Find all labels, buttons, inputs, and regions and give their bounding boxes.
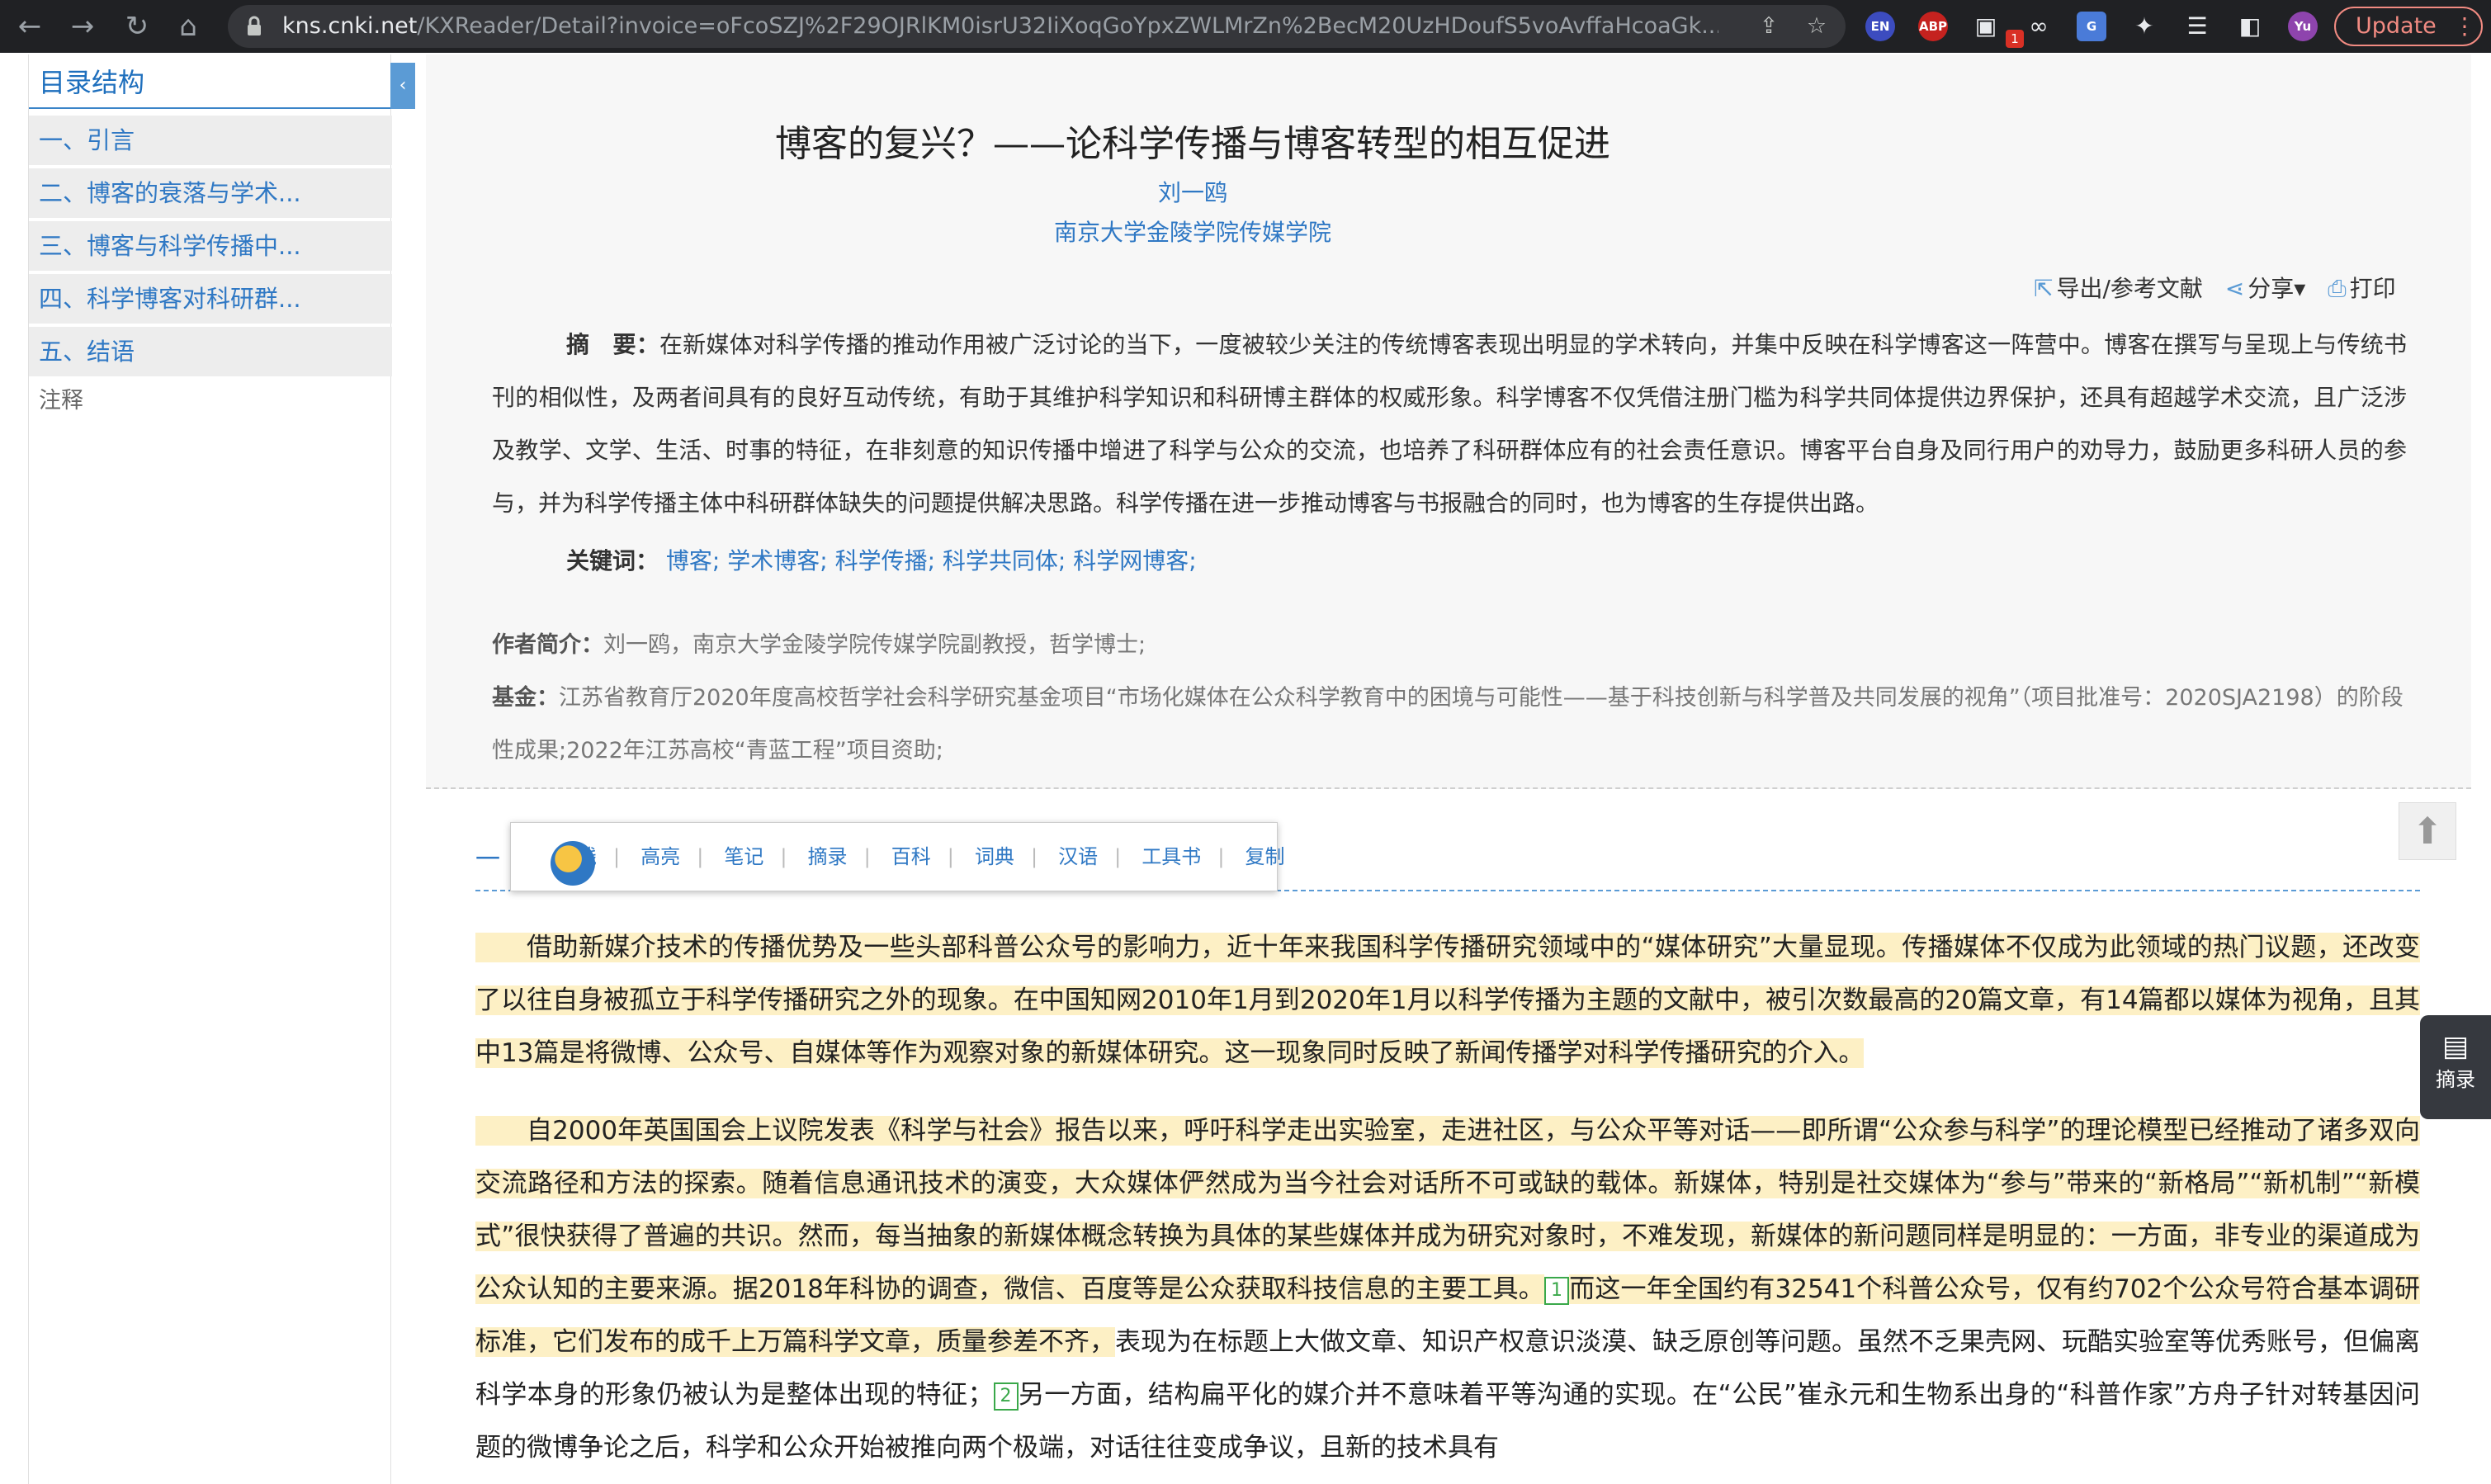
body-paragraph: 自2000年英国国会上议院发表《科学与社会》报告以来，呼吁科学走出实验室，走进社… [475, 1104, 2420, 1474]
excerpt-tab-label: 摘录 [2436, 1068, 2475, 1091]
toc-sidebar: 目录结构 ‹ 一、引言 二、博客的衰落与学术... 三、博客与科学传播中... … [28, 54, 415, 1484]
highlight-button[interactable]: 高亮 [624, 823, 697, 891]
selection-toolbar: 划线| 高亮| 笔记| 摘录| 百科| 词典| 汉语| 工具书| 复制 [510, 822, 1285, 891]
google-translate-icon[interactable]: G [2077, 12, 2106, 41]
separator: | [1030, 845, 1038, 868]
abstract-label: 摘 要： [566, 331, 659, 358]
article-main: 博客的复兴？——论科学传播与博客转型的相互促进 刘一鸥 南京大学金陵学院传媒学院… [426, 54, 2491, 1484]
footnote-link[interactable]: 2 [993, 1382, 1019, 1411]
glasses-extension-icon[interactable]: ∞ [2024, 12, 2054, 41]
export-button[interactable]: ⇱ 导出/参考文献 [2034, 271, 2203, 304]
fund-text: 江苏省教育厅2020年度高校哲学社会科学研究基金项目“市场化媒体在公众科学教育中… [492, 685, 2404, 763]
reference-tools-button[interactable]: 工具书 [1125, 823, 1217, 891]
share-label: 分享 [2248, 275, 2295, 302]
keywords-links[interactable]: 博客; 学术博客; 科学传播; 科学共同体; 科学网博客; [666, 547, 1197, 574]
address-bar[interactable]: kns.cnki.net/KXReader/Detail?invoice=oFc… [228, 5, 1846, 48]
keywords: 关键词： 博客; 学术博客; 科学传播; 科学共同体; 科学网博客; [566, 543, 1197, 579]
separator: | [613, 845, 621, 868]
highlighted-text[interactable]: 借助新媒介技术的传播优势及一些头部科普公众号的影响力，近十年来我国科学传播研究领… [475, 933, 2420, 1068]
print-button[interactable]: ⎙ 打印 [2328, 271, 2395, 304]
article-affiliation[interactable]: 南京大学金陵学院传媒学院 [426, 215, 2488, 248]
toc-item[interactable]: 三、博客与科学传播中... [29, 221, 392, 271]
reading-list-icon[interactable]: ☰ [2182, 12, 2212, 41]
home-icon[interactable]: ⌂ [170, 8, 206, 45]
toc-title: 目录结构 [29, 61, 392, 109]
print-label: 打印 [2349, 275, 2396, 302]
toc-item[interactable]: 五、结语 [29, 327, 392, 376]
export-icon: ⇱ [2034, 275, 2054, 302]
separator: | [1114, 845, 1122, 868]
scroll-top-icon[interactable]: ⬆ [2399, 802, 2456, 860]
author-intro-label: 作者简介： [492, 632, 603, 658]
article-header: 博客的复兴？——论科学传播与博客转型的相互促进 刘一鸥 南京大学金陵学院传媒学院… [426, 54, 2471, 789]
clipboard-icon: ▤ [2441, 1030, 2470, 1063]
extension-icon[interactable]: ▣ [1971, 12, 2001, 41]
share-button[interactable]: ⋖ 分享▾ [2225, 271, 2306, 304]
page-root: ← → ↻ ⌂ kns.cnki.net/KXReader/Detail?inv… [0, 0, 2491, 1484]
article-tools: ⇱ 导出/参考文献 ⋖ 分享▾ ⎙ 打印 [2019, 271, 2396, 304]
keywords-label: 关键词： [566, 547, 659, 574]
dictionary-button[interactable]: 词典 [958, 823, 1031, 891]
translate-en-extension[interactable]: EN [1865, 12, 1895, 41]
footnote-link[interactable]: 1 [1543, 1276, 1569, 1305]
author-intro: 作者简介：刘一鸥，南京大学金陵学院传媒学院副教授，哲学博士; [492, 619, 2407, 672]
share-dropdown-icon: ▾ [2294, 275, 2306, 302]
abstract-text: 在新媒体对科学传播的推动作用被广泛讨论的当下，一度被较少关注的传统博客表现出明显… [492, 331, 2407, 517]
toc-item[interactable]: 四、科学博客对科研群... [29, 274, 392, 324]
author-intro-text: 刘一鸥，南京大学金陵学院传媒学院副教授，哲学博士; [603, 632, 1146, 658]
section-heading: 一 [475, 845, 500, 874]
bookmark-star-icon[interactable]: ☆ [1804, 14, 1829, 39]
url-host: kns.cnki.net [282, 13, 418, 39]
separator: | [863, 845, 871, 868]
profile-avatar[interactable]: Yu [2288, 12, 2318, 41]
url-text[interactable]: kns.cnki.net/KXReader/Detail?invoice=oFc… [282, 12, 1718, 40]
browser-toolbar: ← → ↻ ⌂ kns.cnki.net/KXReader/Detail?inv… [0, 0, 2491, 53]
back-icon[interactable]: ← [12, 8, 48, 45]
forward-icon[interactable]: → [64, 8, 101, 45]
update-button[interactable]: Update ⋮ [2334, 7, 2483, 46]
globe-icon [551, 841, 595, 886]
update-label: Update [2356, 13, 2437, 39]
note-button[interactable]: 笔记 [707, 823, 780, 891]
separator: | [1217, 845, 1225, 868]
share-icon: ⋖ [2224, 275, 2245, 302]
print-icon: ⎙ [2328, 275, 2347, 302]
fund-info: 基金：江苏省教育厅2020年度高校哲学社会科学研究基金项目“市场化媒体在公众科学… [492, 672, 2407, 777]
excerpt-panel-tab[interactable]: ▤ 摘录 [2420, 1015, 2491, 1119]
chinese-button[interactable]: 汉语 [1042, 823, 1114, 891]
encyclopedia-button[interactable]: 百科 [875, 823, 948, 891]
excerpt-button[interactable]: 摘录 [792, 823, 864, 891]
lock-icon [248, 16, 261, 35]
separator: | [780, 845, 787, 868]
more-menu-icon: ⋮ [2453, 12, 2476, 40]
abstract: 摘 要：在新媒体对科学传播的推动作用被广泛讨论的当下，一度被较少关注的传统博客表… [492, 319, 2407, 530]
share-page-icon[interactable]: ⇪ [1756, 14, 1781, 39]
export-label: 导出/参考文献 [2056, 275, 2203, 302]
copy-button[interactable]: 复制 [1229, 823, 1302, 891]
url-path: /KXReader/Detail?invoice=oFcoSZJ%2F29OJR… [417, 13, 1718, 39]
adblock-extension[interactable]: ABP [1918, 12, 1948, 41]
toc-item[interactable]: 二、博客的衰落与学术... [29, 168, 392, 218]
collapse-sidebar-icon[interactable]: ‹ [390, 63, 415, 109]
extension-badge: 1 [2006, 30, 2024, 48]
puzzle-extensions-icon[interactable]: ✦ [2129, 12, 2159, 41]
reload-icon[interactable]: ↻ [119, 8, 155, 45]
separator: | [697, 845, 704, 868]
toc-item[interactable]: 一、引言 [29, 116, 392, 165]
side-panel-icon[interactable]: ◧ [2235, 12, 2265, 41]
article-author[interactable]: 刘一鸥 [426, 175, 2488, 208]
author-info: 作者简介：刘一鸥，南京大学金陵学院传媒学院副教授，哲学博士; 基金：江苏省教育厅… [492, 619, 2407, 777]
article-title: 博客的复兴？——论科学传播与博客转型的相互促进 [775, 123, 1610, 165]
fund-label: 基金： [492, 685, 559, 711]
body-paragraph: 借助新媒介技术的传播优势及一些头部科普公众号的影响力，近十年来我国科学传播研究领… [475, 921, 2420, 1080]
toc-notes[interactable]: 注释 [39, 385, 83, 418]
separator: | [947, 845, 954, 868]
